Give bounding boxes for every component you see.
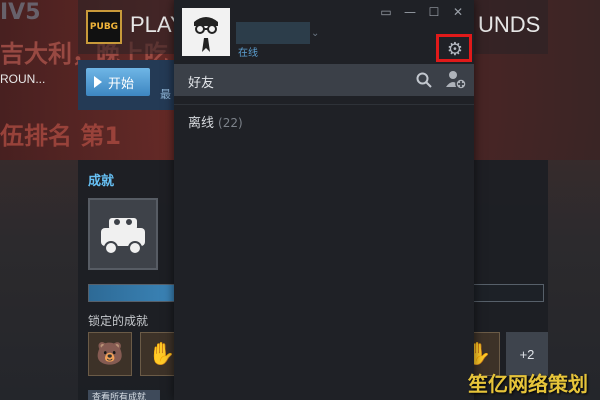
avatar-icon (194, 17, 218, 52)
username-field[interactable] (236, 22, 310, 44)
vehicle-icon (101, 218, 145, 255)
achievement-progress-fill (89, 285, 176, 301)
chevron-down-icon[interactable]: ⌄ (311, 28, 319, 39)
user-status[interactable]: 在线 (238, 44, 258, 59)
banner-text-top: IV5 (0, 0, 41, 25)
play-icon (94, 76, 102, 88)
play-button[interactable]: 开始 (86, 68, 150, 96)
friends-window: ⌄ 在线 ▭ — ☐ ✕ ⚙ 好友 离线 (22) (174, 0, 474, 400)
gear-icon: ⚙ (446, 38, 464, 60)
friend-group-count: (22) (218, 116, 243, 130)
game-title-end: UNDS (478, 12, 541, 37)
divider (174, 104, 474, 105)
add-friend-icon (446, 71, 467, 90)
play-side-text: 最 (160, 88, 171, 101)
play-button-label: 开始 (108, 76, 135, 92)
banner-text-line2: 伍排名 第1 (0, 122, 122, 150)
locked-achievement-badge[interactable]: 🐻 (88, 332, 132, 376)
compact-mode-icon[interactable]: ▭ (376, 4, 396, 20)
close-icon[interactable]: ✕ (448, 4, 468, 20)
achievements-title[interactable]: 成就 (88, 170, 114, 189)
user-profile-row: ⌄ 在线 ▭ — ☐ ✕ ⚙ (174, 0, 474, 64)
minimize-icon[interactable]: — (400, 4, 420, 20)
maximize-icon[interactable]: ☐ (424, 4, 444, 20)
avatar[interactable] (182, 8, 230, 56)
locked-achievements-label: 锁定的成就 (88, 314, 149, 328)
friends-header-label: 好友 (188, 76, 215, 91)
friend-group-name: 离线 (188, 116, 215, 131)
watermark: 笙亿网络策划 (468, 372, 588, 396)
friend-group-offline[interactable]: 离线 (22) (188, 112, 243, 131)
add-friend-button[interactable] (444, 68, 468, 92)
settings-button[interactable]: ⚙ (444, 38, 466, 60)
view-all-achievements-button[interactable]: 查看所有成就 (88, 390, 160, 400)
achievement-icon[interactable] (88, 198, 158, 270)
window-controls: ▭ — ☐ ✕ (376, 4, 468, 20)
search-icon (416, 72, 432, 88)
pubg-logo: PUBG (86, 10, 122, 44)
search-button[interactable] (414, 70, 434, 90)
rounds-label: ROUN... (0, 72, 46, 86)
friends-header-bar: 好友 (174, 64, 474, 96)
